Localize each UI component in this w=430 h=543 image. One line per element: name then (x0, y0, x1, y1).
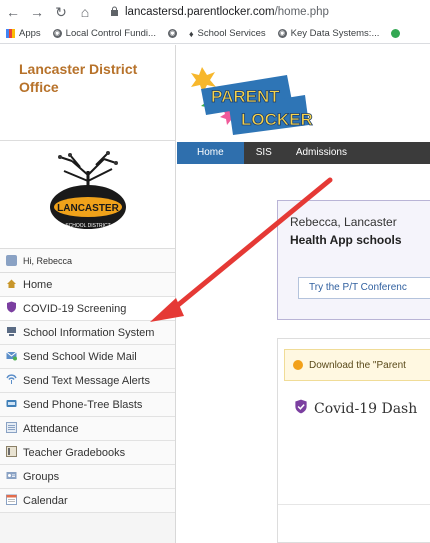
warning-icon (293, 360, 303, 370)
user-icon (6, 255, 17, 266)
covid-dashboard-title: Covid-19 Dash (294, 399, 417, 418)
bookmark-key-data[interactable]: ◉ Key Data Systems:... (277, 28, 379, 39)
figure-icon: ♦ (188, 28, 194, 39)
lock-icon (110, 6, 119, 19)
list-icon (6, 421, 17, 436)
tab-sis[interactable]: SIS (244, 142, 284, 164)
browser-toolbar: ← → ↻ ⌂ lancastersd.parentlocker.com/hom… (0, 0, 430, 24)
top-nav: Home SIS Admissions (177, 142, 430, 164)
tab-home[interactable]: Home (177, 142, 244, 164)
globe-icon: ◉ (52, 29, 62, 38)
greeting: Hi, Rebecca (0, 249, 175, 273)
sidebar-item-calendar[interactable]: Calendar (0, 489, 175, 513)
computer-icon (6, 326, 17, 340)
sidebar-item-label: Send Phone-Tree Blasts (23, 398, 143, 411)
welcome-banner: Rebecca, Lancaster Health App schools Tr… (277, 200, 430, 320)
shield-icon (6, 301, 17, 316)
bookmark-local-control[interactable]: ◉ Local Control Fundi... (52, 28, 156, 39)
broadcast-icon (6, 373, 17, 388)
sidebar-item-label: Attendance (23, 422, 79, 435)
banner-health-app: Health App schools (290, 233, 402, 247)
sidebar-item-sis[interactable]: School Information System (0, 321, 175, 345)
sidebar-item-label: Calendar (23, 494, 68, 507)
groups-icon (6, 470, 17, 484)
calendar-icon (6, 494, 17, 508)
shield-icon (294, 399, 308, 418)
download-notice: Download the "Parent (284, 349, 430, 381)
tree-logo-icon: LANCASTER SCHOOL DISTRICT (50, 151, 126, 229)
main-content: PARENT LOCKER Home SIS Admissions Rebecc… (177, 45, 430, 543)
pt-conference-button[interactable]: Try the P/T Conferenc (298, 277, 430, 299)
bookmark-school-services[interactable]: ♦ School Services (189, 28, 266, 39)
tab-admissions[interactable]: Admissions (284, 142, 359, 164)
dashboard-card: Download the "Parent Covid-19 Dash (277, 338, 430, 543)
sidebar-item-groups[interactable]: Groups (0, 465, 175, 489)
sidebar-item-label: Groups (23, 470, 60, 483)
forward-icon[interactable]: → (30, 4, 44, 20)
mail-icon (6, 350, 17, 364)
svg-text:SCHOOL DISTRICT: SCHOOL DISTRICT (65, 223, 110, 229)
sidebar-item-label: Teacher Gradebooks (23, 446, 126, 459)
sidebar-item-covid-screening[interactable]: COVID-19 Screening (0, 297, 175, 321)
home-icon[interactable]: ⌂ (78, 4, 92, 20)
sidebar: Lancaster District Office LANCASTER SCHO… (0, 45, 176, 543)
bookmarks-bar: Apps ◉ Local Control Fundi... ◉ ♦ School S… (0, 24, 430, 44)
sidebar-item-attendance[interactable]: Attendance (0, 417, 175, 441)
bookmark-globe[interactable]: ◉ (167, 29, 177, 38)
divider (278, 504, 430, 505)
org-name: Lancaster District Office (0, 45, 175, 141)
back-icon[interactable]: ← (6, 4, 20, 20)
home-icon (6, 278, 17, 292)
header: PARENT LOCKER (177, 45, 430, 142)
phone-icon (6, 398, 17, 412)
sidebar-item-phone-tree[interactable]: Send Phone-Tree Blasts (0, 393, 175, 417)
address-bar[interactable]: lancastersd.parentlocker.com/home.php (110, 6, 329, 19)
green-app-icon (391, 29, 401, 38)
sidebar-item-mail[interactable]: Send School Wide Mail (0, 345, 175, 369)
sidebar-item-home[interactable]: Home (0, 273, 175, 297)
parent-locker-logo: PARENT LOCKER (191, 67, 313, 135)
bookmark-apps[interactable]: Apps (6, 28, 41, 39)
gradebook-icon (6, 445, 17, 460)
banner-greeting: Rebecca, Lancaster (290, 215, 397, 229)
sidebar-item-label: Send Text Message Alerts (23, 374, 150, 387)
svg-text:PARENT: PARENT (211, 87, 280, 106)
apps-grid-icon (6, 29, 15, 38)
globe-icon: ◉ (167, 29, 177, 38)
sidebar-item-label: Send School Wide Mail (23, 350, 137, 363)
reload-icon[interactable]: ↻ (54, 4, 68, 21)
sidebar-item-gradebooks[interactable]: Teacher Gradebooks (0, 441, 175, 465)
svg-text:LANCASTER: LANCASTER (57, 203, 119, 214)
url-path: /home.php (274, 6, 329, 18)
svg-text:LOCKER: LOCKER (241, 110, 313, 129)
sidebar-item-label: COVID-19 Screening (23, 302, 127, 315)
sidebar-item-text-alerts[interactable]: Send Text Message Alerts (0, 369, 175, 393)
sidebar-item-label: Home (23, 278, 53, 291)
sidebar-item-label: School Information System (23, 326, 155, 339)
bookmark-green[interactable] (391, 29, 401, 38)
url-host: lancastersd.parentlocker.com (125, 6, 275, 18)
globe-icon: ◉ (277, 29, 287, 38)
district-logo: LANCASTER SCHOOL DISTRICT (0, 141, 175, 249)
